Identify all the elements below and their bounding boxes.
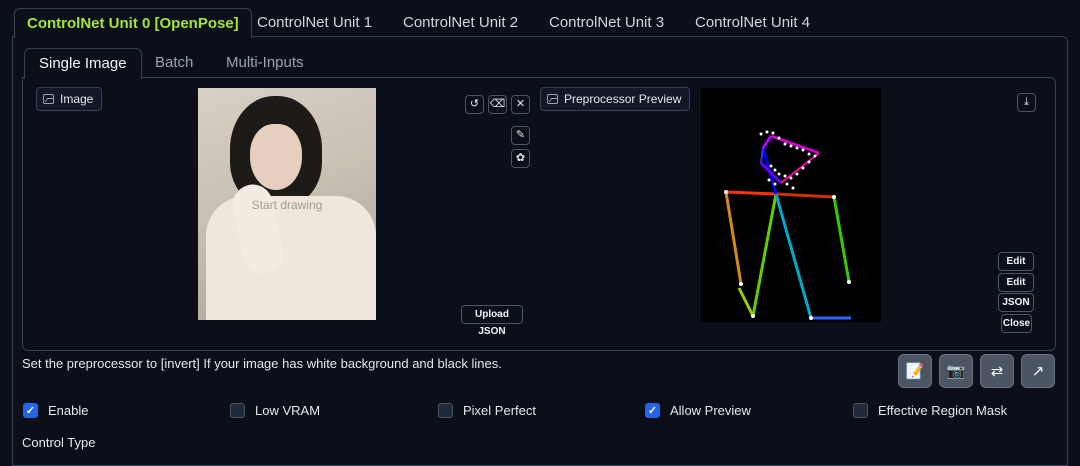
checkbox-box [230,403,245,418]
camera-icon[interactable]: 📷 [939,354,973,388]
send-icon[interactable]: ↗ [1021,354,1055,388]
effective-region-mask-label: Effective Region Mask [878,403,1008,418]
edit-button[interactable]: Edit [998,273,1034,292]
edit-external-button[interactable]: Edit [998,252,1034,271]
eraser-icon[interactable]: ⌫ [488,95,507,114]
undo-icon[interactable]: ↺ [465,95,484,114]
notepad-icon[interactable]: 📝 [898,354,932,388]
tab-unit-1[interactable]: ControlNet Unit 1 [257,8,372,37]
checkbox-box [438,403,453,418]
image-label-text: Image [60,92,94,106]
download-icon[interactable]: ⤓ [1017,93,1036,112]
photo-face [250,124,302,190]
preprocessor-preview-label-text: Preprocessor Preview [564,92,682,106]
input-panel [22,77,1056,351]
checkbox-box [853,403,868,418]
pose-preview [701,88,881,322]
swap-icon[interactable]: ⇄ [980,354,1014,388]
control-type-label: Control Type [22,435,96,450]
image-label: Image [36,87,103,111]
image-icon [43,94,54,104]
image-icon [547,94,558,104]
pose-skeleton [724,130,851,320]
allow-preview-checkbox[interactable]: ✓ Allow Preview [645,403,751,418]
tab-unit-3[interactable]: ControlNet Unit 3 [549,8,664,37]
preprocessor-preview-label: Preprocessor Preview [540,87,691,111]
allow-preview-label: Allow Preview [670,403,751,418]
enable-checkbox[interactable]: ✓ Enable [23,403,88,418]
close-icon[interactable]: ✕ [511,95,530,114]
tab-multi-inputs[interactable]: Multi-Inputs [226,48,304,78]
pixel-perfect-label: Pixel Perfect [463,403,536,418]
upload-json-button[interactable]: Upload JSON [461,305,523,337]
effective-region-mask-checkbox[interactable]: Effective Region Mask [853,403,1007,418]
invert-hint-text: Set the preprocessor to [invert] If your… [22,356,502,371]
low-vram-label: Low VRAM [255,403,321,418]
check-icon: ✓ [645,403,660,418]
close-button[interactable]: Close [1001,314,1032,333]
tab-single-image[interactable]: Single Image [24,48,142,79]
photo-body [206,196,376,320]
tab-unit-0[interactable]: ControlNet Unit 0 [OpenPose] [14,8,252,38]
pixel-perfect-checkbox[interactable]: Pixel Perfect [438,403,536,418]
brush-icon[interactable]: ✎ [511,126,530,145]
input-image-canvas[interactable]: Start drawing [198,88,376,320]
tab-batch[interactable]: Batch [155,48,193,78]
tab-unit-4[interactable]: ControlNet Unit 4 [695,8,810,37]
edit-external-label: Edit [1006,256,1026,267]
json-button[interactable]: JSON [998,293,1034,312]
low-vram-checkbox[interactable]: Low VRAM [230,403,320,418]
check-icon: ✓ [23,403,38,418]
enable-label: Enable [48,403,89,418]
tab-unit-2[interactable]: ControlNet Unit 2 [403,8,518,37]
palette-icon[interactable]: ✿ [511,149,530,168]
start-drawing-text: Start drawing [251,198,323,212]
